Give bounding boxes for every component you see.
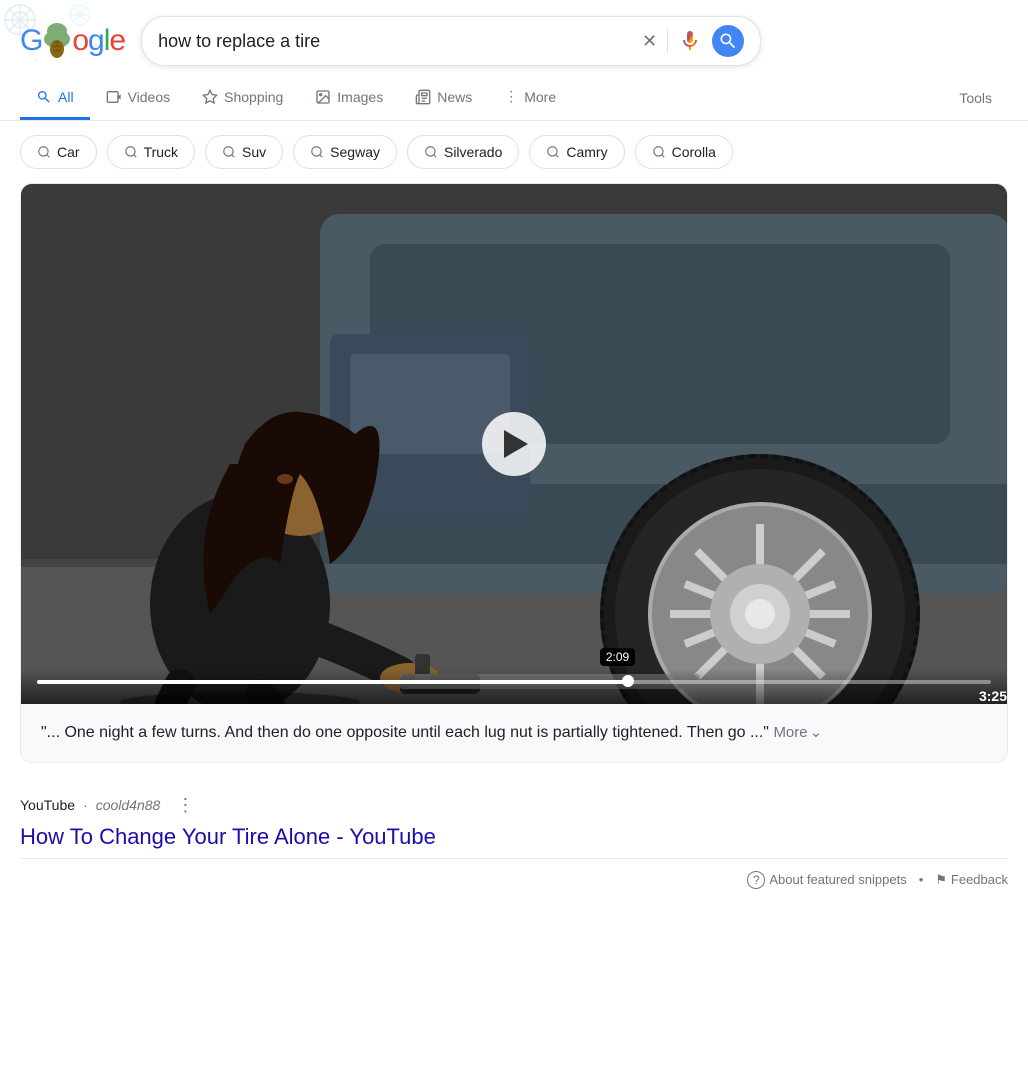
chip-corolla-label: Corolla xyxy=(672,144,716,160)
search-chip-icon xyxy=(222,145,236,159)
progress-thumb xyxy=(622,675,634,687)
images-icon xyxy=(315,89,331,105)
search-submit-button[interactable] xyxy=(712,25,744,57)
source-info: YouTube · coold4n88 ⋮ xyxy=(20,779,1008,824)
progress-fill xyxy=(37,680,628,684)
chip-truck[interactable]: Truck xyxy=(107,135,195,169)
tab-news[interactable]: News xyxy=(399,77,488,120)
more-link[interactable]: More ⌄ xyxy=(773,721,822,745)
news-icon xyxy=(415,89,431,105)
play-button[interactable] xyxy=(482,412,546,476)
source-name: YouTube xyxy=(20,797,75,813)
clear-button[interactable]: ✕ xyxy=(642,31,657,52)
more-dots-icon: ⋮ xyxy=(504,88,518,105)
chip-segway[interactable]: Segway xyxy=(293,135,397,169)
video-card: 2:09 3:25 "... One night a few turns. An… xyxy=(20,183,1008,763)
featured-footer: ? About featured snippets • ⚑ Feedback xyxy=(20,858,1008,901)
tab-news-label: News xyxy=(437,89,472,105)
divider xyxy=(667,29,668,53)
chip-silverado[interactable]: Silverado xyxy=(407,135,519,169)
google-logo[interactable]: G o g l e xyxy=(20,23,125,59)
search-chip-icon xyxy=(652,145,666,159)
chip-silverado-label: Silverado xyxy=(444,144,502,160)
time-tooltip: 2:09 xyxy=(600,648,635,666)
time-total: 3:25 xyxy=(979,688,1007,704)
result-title-link[interactable]: How To Change Your Tire Alone - YouTube xyxy=(20,824,436,849)
tab-images[interactable]: Images xyxy=(299,77,399,120)
chip-camry[interactable]: Camry xyxy=(529,135,624,169)
search-chip-icon xyxy=(546,145,560,159)
transcript-text: "... One night a few turns. And then do … xyxy=(41,724,769,741)
chip-suv[interactable]: Suv xyxy=(205,135,283,169)
tab-all[interactable]: All xyxy=(20,77,90,120)
chip-corolla[interactable]: Corolla xyxy=(635,135,733,169)
more-label: More xyxy=(773,721,807,745)
about-snippets-label: About featured snippets xyxy=(769,872,906,887)
search-chip-icon xyxy=(310,145,324,159)
flag-icon: ⚑ xyxy=(935,872,947,888)
footer-dot: • xyxy=(919,872,924,887)
logo-letter-g2: g xyxy=(88,24,104,58)
tab-shopping-label: Shopping xyxy=(224,89,283,105)
transcript-area: "... One night a few turns. And then do … xyxy=(21,704,1007,762)
video-icon xyxy=(106,89,122,105)
nav-tabs: All Videos Shopping Images xyxy=(0,76,1028,121)
source-channel: coold4n88 xyxy=(96,797,161,813)
logo-letter-g: G xyxy=(20,24,42,58)
tab-videos[interactable]: Videos xyxy=(90,77,187,120)
logo-letter-o1: o xyxy=(72,24,88,58)
about-snippets-link[interactable]: ? About featured snippets xyxy=(747,871,906,889)
source-separator: · xyxy=(83,797,88,813)
tab-shopping[interactable]: Shopping xyxy=(186,77,299,120)
play-icon xyxy=(504,430,528,458)
logo-pine-icon xyxy=(42,23,72,59)
tools-button[interactable]: Tools xyxy=(943,78,1008,118)
chip-suv-label: Suv xyxy=(242,144,266,160)
chip-car[interactable]: Car xyxy=(20,135,97,169)
chip-car-label: Car xyxy=(57,144,80,160)
source-menu-button[interactable]: ⋮ xyxy=(176,795,194,816)
feedback-label: Feedback xyxy=(951,872,1008,887)
tab-more[interactable]: ⋮ More xyxy=(488,76,572,120)
tab-videos-label: Videos xyxy=(128,89,171,105)
search-chip-icon xyxy=(424,145,438,159)
search-bar: how to replace a tire ✕ xyxy=(141,16,761,66)
tab-all-label: All xyxy=(58,89,74,105)
search-input[interactable]: how to replace a tire xyxy=(158,31,632,52)
logo-letter-e: e xyxy=(109,24,125,58)
tab-images-label: Images xyxy=(337,89,383,105)
video-thumbnail[interactable]: 2:09 3:25 xyxy=(21,184,1007,704)
chip-truck-label: Truck xyxy=(144,144,178,160)
main-content: 2:09 3:25 "... One night a few turns. An… xyxy=(0,183,1028,901)
chevron-down-icon: ⌄ xyxy=(810,721,823,745)
search-chip-icon xyxy=(37,145,51,159)
chip-camry-label: Camry xyxy=(566,144,607,160)
video-controls: 2:09 3:25 xyxy=(21,668,1007,704)
feedback-link[interactable]: ⚑ Feedback xyxy=(935,872,1008,888)
search-icon xyxy=(36,89,52,105)
shopping-icon xyxy=(202,89,218,105)
help-icon: ? xyxy=(747,871,765,889)
search-chip-icon xyxy=(124,145,138,159)
chip-segway-label: Segway xyxy=(330,144,380,160)
tab-more-label: More xyxy=(524,89,556,105)
voice-search-button[interactable] xyxy=(678,29,702,53)
progress-bar[interactable]: 2:09 xyxy=(37,680,991,684)
filter-chips: Car Truck Suv Segway Silverado Camry C xyxy=(0,121,1028,183)
